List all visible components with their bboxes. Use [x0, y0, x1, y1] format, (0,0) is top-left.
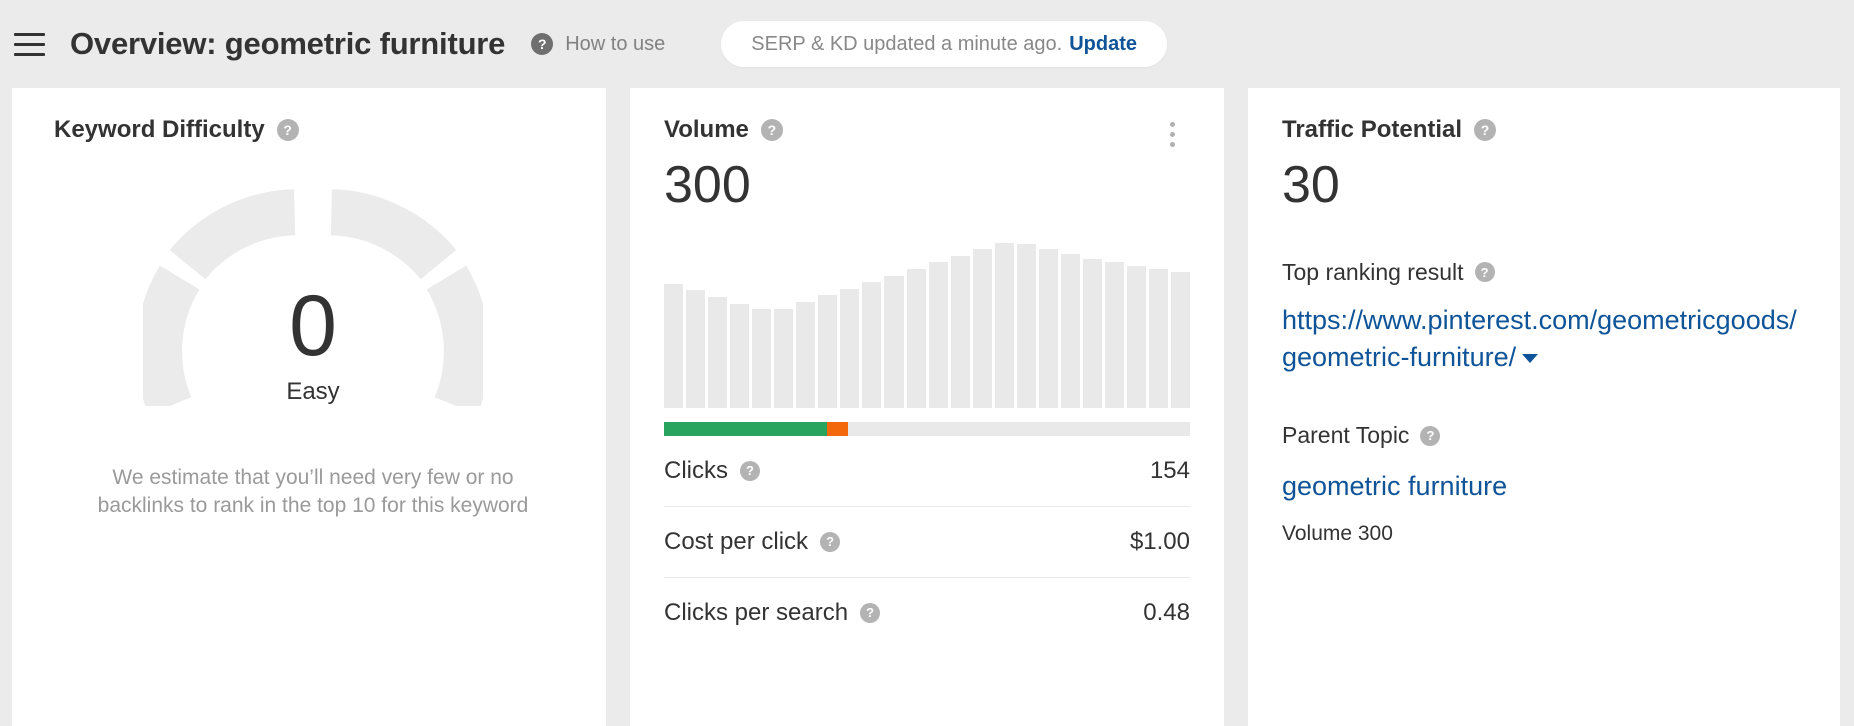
parent-topic-link[interactable]: geometric furniture	[1282, 471, 1806, 502]
chart-bar	[708, 297, 728, 408]
metric-name: Clicks per search	[664, 598, 849, 626]
page-title: Overview: geometric furniture	[70, 26, 506, 61]
volume-header: Volume ?	[664, 116, 1190, 144]
chart-bar	[664, 283, 684, 408]
question-mark-icon[interactable]: ?	[276, 119, 299, 141]
parent-topic-volume: Volume 300	[1282, 522, 1393, 546]
metric-label-group: Clicks?	[664, 457, 760, 485]
chart-bar	[730, 303, 750, 408]
chart-bar	[994, 242, 1014, 408]
how-to-use-link[interactable]: ? How to use	[531, 33, 665, 56]
metric-cards-row: Keyword Difficulty ? 0 Easy We estimate …	[0, 88, 1854, 726]
update-notice-text: SERP & KD updated a minute ago.	[751, 32, 1063, 55]
question-mark-icon[interactable]: ?	[820, 531, 841, 552]
question-mark-icon[interactable]: ?	[1474, 262, 1495, 283]
chart-bar	[1126, 265, 1147, 408]
keyword-difficulty-gauge: 0 Easy	[54, 188, 572, 406]
question-mark-icon[interactable]: ?	[860, 602, 881, 623]
parent-topic-header: Parent Topic ?	[1282, 422, 1806, 449]
parent-topic-label: Parent Topic	[1282, 422, 1410, 449]
kebab-menu-icon[interactable]	[1162, 120, 1182, 148]
chart-bar	[796, 302, 816, 408]
chevron-down-icon[interactable]	[1522, 354, 1539, 364]
question-mark-icon[interactable]: ?	[760, 119, 783, 141]
keyword-difficulty-header: Keyword Difficulty ?	[54, 116, 572, 144]
clicks-split-segment-orange	[827, 421, 849, 436]
top-ranking-result-label: Top ranking result	[1282, 258, 1464, 285]
traffic-potential-card: Traffic Potential ? 30 Top ranking resul…	[1248, 88, 1840, 726]
metric-value: $1.00	[1129, 527, 1190, 555]
chart-bar	[1104, 262, 1124, 408]
metric-row: Clicks? 154	[664, 436, 1190, 507]
keyword-difficulty-description: We estimate that you’ll need very few or…	[97, 466, 529, 518]
chart-bar	[862, 282, 882, 408]
question-mark-icon: ?	[531, 33, 554, 55]
metric-name: Clicks	[664, 456, 728, 484]
volume-card: Volume ? 300 Clicks? 154 Cost per click? $1…	[630, 88, 1224, 726]
keyword-difficulty-title: Keyword Difficulty	[54, 116, 265, 143]
chart-bar	[1038, 249, 1058, 408]
clicks-split-segment-green	[664, 421, 828, 436]
clicks-split-bar	[664, 421, 1190, 436]
metric-value: 154	[1149, 456, 1190, 484]
chart-bar	[840, 288, 860, 408]
page-header: Overview: geometric furniture ? How to u…	[0, 0, 1854, 88]
chart-bar	[818, 295, 838, 408]
chart-bar	[928, 262, 948, 408]
serp-update-banner: SERP & KD updated a minute ago. Update	[721, 21, 1168, 67]
chart-bar	[752, 308, 772, 408]
gauge-arc	[143, 189, 483, 406]
question-mark-icon[interactable]: ?	[1420, 425, 1441, 446]
chart-bar	[774, 308, 794, 408]
chart-bar	[972, 249, 992, 408]
chart-bar	[884, 275, 904, 408]
top-ranking-result-url[interactable]: https://www.pinterest.com/geometricgoods…	[1282, 302, 1806, 377]
how-to-use-label: How to use	[565, 32, 666, 55]
metric-row: Clicks per search? 0.48	[664, 578, 1190, 648]
question-mark-icon[interactable]: ?	[1474, 119, 1497, 141]
keyword-difficulty-card: Keyword Difficulty ? 0 Easy We estimate …	[12, 88, 606, 726]
volume-history-bar-chart	[664, 242, 1191, 408]
metric-label-group: Clicks per search?	[664, 598, 881, 627]
top-ranking-result-url-text: https://www.pinterest.com/geometricgoods…	[1282, 304, 1797, 372]
chart-bar	[906, 269, 926, 408]
chart-bar	[950, 255, 970, 408]
volume-title: Volume	[664, 116, 749, 143]
traffic-potential-title: Traffic Potential	[1282, 116, 1463, 143]
update-button[interactable]: Update	[1069, 33, 1137, 56]
chart-bar	[1171, 272, 1191, 408]
traffic-potential-value: 30	[1282, 156, 1340, 214]
metric-name: Cost per click	[664, 527, 809, 555]
chart-bar	[686, 290, 706, 408]
metric-row: Cost per click? $1.00	[664, 507, 1190, 578]
volume-value: 300	[664, 156, 751, 214]
top-ranking-result-header: Top ranking result ?	[1282, 259, 1806, 286]
chart-bar	[1016, 244, 1036, 408]
metric-label-group: Cost per click?	[664, 527, 841, 556]
metric-value: 0.48	[1143, 598, 1190, 626]
ahrefs-keyword-overview-page: Overview: geometric furniture ? How to u…	[0, 0, 1854, 726]
volume-metrics-list: Clicks? 154 Cost per click? $1.00 Clicks per…	[664, 436, 1190, 648]
chart-bar	[1060, 254, 1080, 408]
chart-bar	[1082, 259, 1102, 408]
question-mark-icon[interactable]: ?	[740, 460, 760, 481]
chart-bar	[1149, 269, 1169, 408]
traffic-potential-header: Traffic Potential ?	[1282, 116, 1806, 144]
hamburger-menu-icon[interactable]	[14, 27, 48, 61]
